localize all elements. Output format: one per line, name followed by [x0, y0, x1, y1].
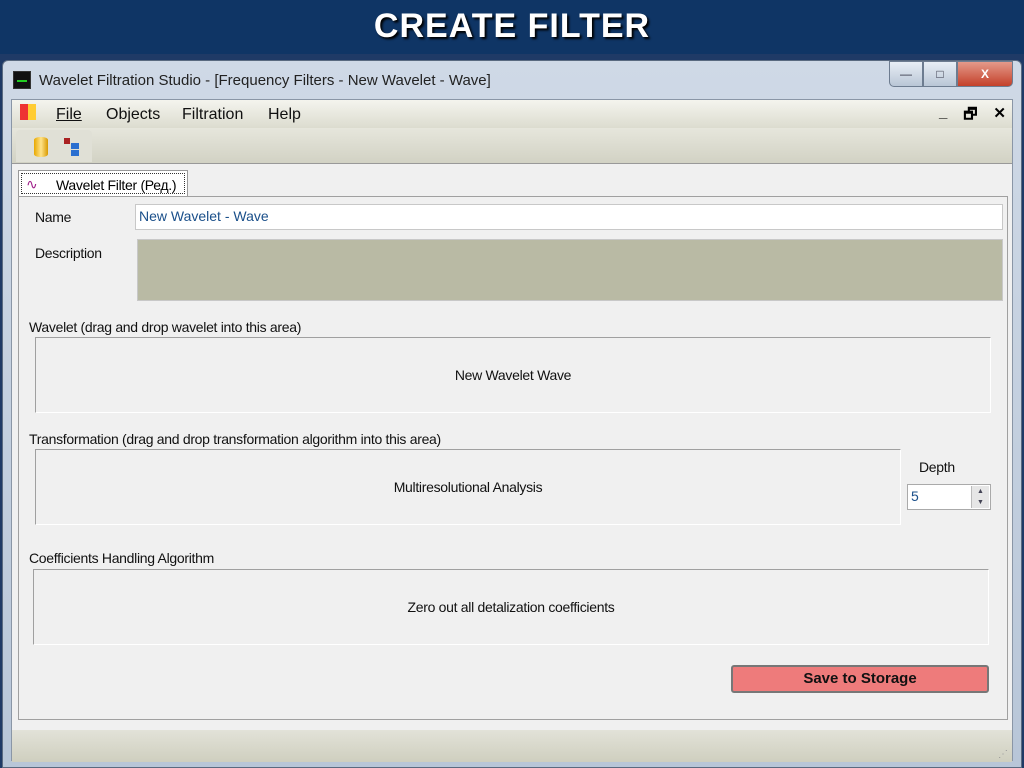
transformation-label: Transformation (drag and drop transforma… — [29, 431, 441, 447]
status-bar: ⋰ — [12, 730, 1012, 762]
app-icon — [13, 71, 31, 89]
title-bar: Wavelet Filtration Studio - [Frequency F… — [3, 61, 1021, 99]
slide-title: CREATE FILTER — [0, 0, 1024, 54]
tab-label: Wavelet Filter (Ред.) — [56, 177, 177, 193]
description-label: Description — [35, 245, 102, 261]
depth-stepper[interactable]: 5 ▲ ▼ — [907, 484, 991, 510]
filter-panel: Name New Wavelet - Wave Description Wave… — [18, 196, 1008, 720]
coefficients-drop-area[interactable]: Zero out all detalization coefficients — [33, 569, 989, 645]
menu-objects[interactable]: Objects — [106, 106, 160, 124]
toolbar — [12, 128, 1012, 164]
save-to-storage-button[interactable]: Save to Storage — [731, 665, 989, 693]
name-label: Name — [35, 209, 72, 225]
wavelet-label: Wavelet (drag and drop wavelet into this… — [29, 319, 302, 335]
coefficients-label: Coefficients Handling Algorithm — [29, 550, 214, 566]
spin-down-icon[interactable]: ▼ — [972, 497, 989, 508]
depth-label: Depth — [919, 459, 955, 475]
name-input[interactable]: New Wavelet - Wave — [135, 204, 1003, 230]
resize-grip-icon[interactable]: ⋰ — [998, 749, 1008, 760]
window-title: Wavelet Filtration Studio - [Frequency F… — [39, 72, 491, 89]
menu-filtration[interactable]: Filtration — [182, 106, 243, 124]
client-area: File Objects Filtration Help _ 🗗 ✕ ∿ Wave… — [11, 99, 1013, 762]
menu-help[interactable]: Help — [268, 106, 301, 124]
minimize-button[interactable]: — — [889, 61, 923, 87]
transformation-drop-area[interactable]: Multiresolutional Analysis — [35, 449, 901, 525]
maximize-button[interactable]: □ — [923, 61, 957, 87]
wavelet-icon: ∿ — [26, 176, 38, 192]
database-icon[interactable] — [34, 137, 48, 157]
mdi-minimize-button[interactable]: _ — [939, 104, 947, 129]
tree-icon[interactable] — [64, 138, 80, 156]
mdi-close-button[interactable]: ✕ — [993, 104, 1006, 129]
depth-value: 5 — [911, 488, 919, 504]
menu-bar: File Objects Filtration Help _ 🗗 ✕ — [12, 100, 1012, 128]
wavelet-drop-area[interactable]: New Wavelet Wave — [35, 337, 991, 413]
spin-up-icon[interactable]: ▲ — [972, 486, 989, 497]
mdi-restore-button[interactable]: 🗗 — [963, 104, 977, 129]
tab-wavelet-filter[interactable]: ∿ Wavelet Filter (Ред.) — [18, 170, 188, 196]
close-button[interactable]: X — [957, 61, 1013, 87]
description-input[interactable] — [137, 239, 1003, 301]
menu-file[interactable]: File — [56, 106, 82, 124]
app-window: Wavelet Filtration Studio - [Frequency F… — [2, 60, 1022, 768]
mdi-child-icon[interactable] — [20, 104, 36, 120]
